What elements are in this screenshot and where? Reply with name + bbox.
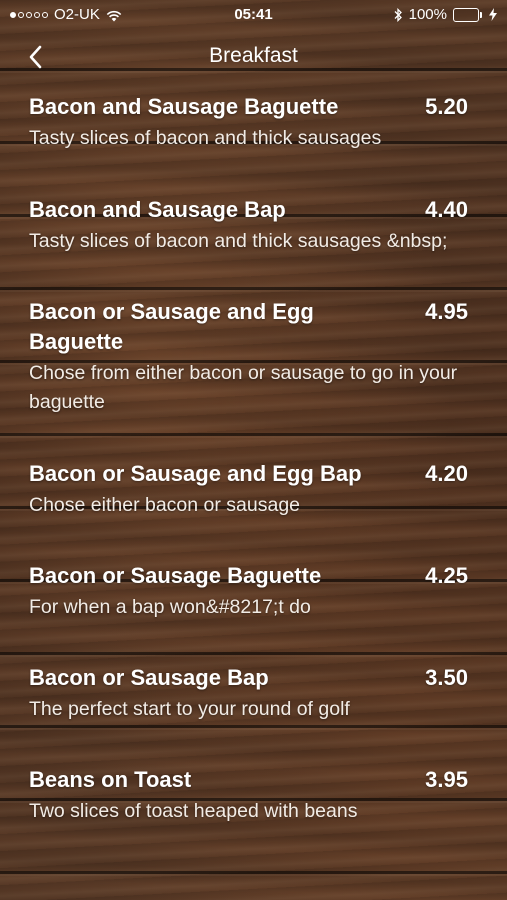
menu-item[interactable]: Bacon and Sausage Baguette 5.20 Tasty sl… <box>29 92 474 153</box>
page-title: Breakfast <box>209 44 298 67</box>
menu-item[interactable]: Bacon or Sausage Bap 3.50 The perfect st… <box>29 663 474 724</box>
charging-icon <box>489 8 497 21</box>
menu-item-description: For when a bap won&#8217;t do <box>29 596 311 618</box>
menu-item[interactable]: Beans on Toast 3.95 Two slices of toast … <box>29 765 474 826</box>
menu-item-price: 4.40 <box>425 197 468 222</box>
menu-item[interactable]: Bacon or Sausage and Egg Baguette 4.95 C… <box>29 297 474 417</box>
menu-item[interactable]: Bacon and Sausage Bap 4.40 Tasty slices … <box>29 195 474 256</box>
menu-item-price: 3.50 <box>425 665 468 690</box>
menu-item[interactable]: Bacon or Sausage and Egg Bap 4.20 Chose … <box>29 459 474 520</box>
navigation-bar: Breakfast <box>0 34 507 80</box>
status-right: 100% <box>393 6 497 23</box>
menu-item-description: Tasty slices of bacon and thick sausages <box>29 127 382 149</box>
menu-item-price: 4.25 <box>425 563 468 588</box>
menu-item-name: Bacon or Sausage and Egg Bap <box>29 461 362 486</box>
menu-item-description: Two slices of toast heaped with beans <box>29 800 358 822</box>
menu-item-name: Bacon and Sausage Bap <box>29 197 286 222</box>
menu-item-description: Tasty slices of bacon and thick sausages… <box>29 230 448 252</box>
menu-item-price: 4.95 <box>425 299 468 324</box>
menu-item-name: Bacon and Sausage Baguette <box>29 94 339 119</box>
menu-item-name: Bacon or Sausage and Egg Baguette <box>29 299 314 354</box>
menu-item-name: Bacon or Sausage Baguette <box>29 563 322 588</box>
battery-percent: 100% <box>408 6 447 23</box>
menu-list: Bacon and Sausage Baguette 5.20 Tasty sl… <box>29 92 474 826</box>
menu-item-name: Bacon or Sausage Bap <box>29 665 269 690</box>
menu-item-description: The perfect start to your round of golf <box>29 698 350 720</box>
battery-icon <box>453 7 483 22</box>
menu-item-price: 5.20 <box>425 94 468 119</box>
bluetooth-icon <box>393 7 403 22</box>
status-bar: O2-UK 05:41 100% <box>0 0 507 30</box>
menu-item-name: Beans on Toast <box>29 767 192 792</box>
menu-item-price: 4.20 <box>425 461 468 486</box>
menu-item[interactable]: Bacon or Sausage Baguette 4.25 For when … <box>29 561 474 622</box>
menu-item-price: 3.95 <box>425 767 468 792</box>
menu-item-description: Chose from either bacon or sausage to go… <box>29 362 458 413</box>
menu-item-description: Chose either bacon or sausage <box>29 494 301 516</box>
